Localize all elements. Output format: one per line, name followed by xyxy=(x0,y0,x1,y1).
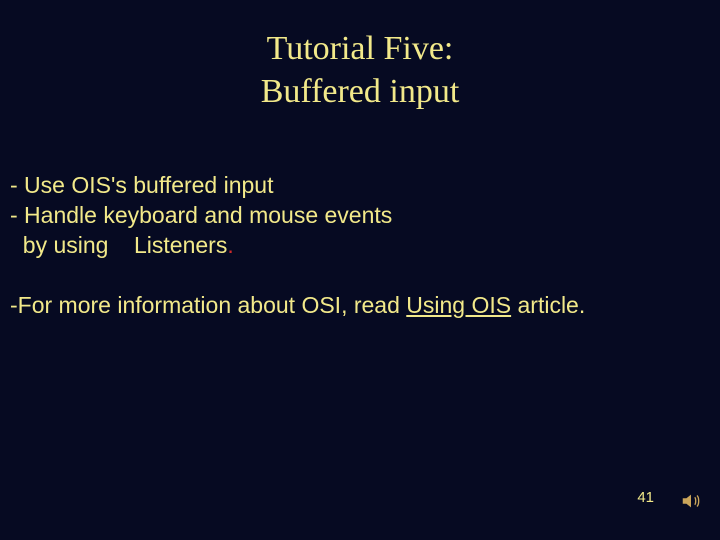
using-ois-link[interactable]: Using OIS xyxy=(406,292,511,318)
info-line: -For more information about OSI, read Us… xyxy=(10,291,710,321)
sound-icon[interactable] xyxy=(680,490,702,512)
info-post: article. xyxy=(511,292,585,318)
slide-body: - Use OIS's buffered input - Handle keyb… xyxy=(0,171,720,321)
title-line-2: Buffered input xyxy=(0,71,720,114)
page-number: 41 xyxy=(637,489,654,506)
bullet-2b-text: by using Listeners xyxy=(10,232,227,258)
info-pre: -For more information about OSI, read xyxy=(10,292,406,318)
slide-title: Tutorial Five: Buffered input xyxy=(0,0,720,113)
spacer xyxy=(10,261,710,291)
title-line-1: Tutorial Five: xyxy=(0,28,720,71)
bullet-2: - Handle keyboard and mouse events xyxy=(10,201,710,231)
slide: Tutorial Five: Buffered input - Use OIS'… xyxy=(0,0,720,540)
bullet-1: - Use OIS's buffered input xyxy=(10,171,710,201)
bullet-2b-period: . xyxy=(227,232,233,258)
bullet-2b: by using Listeners. xyxy=(10,231,710,261)
